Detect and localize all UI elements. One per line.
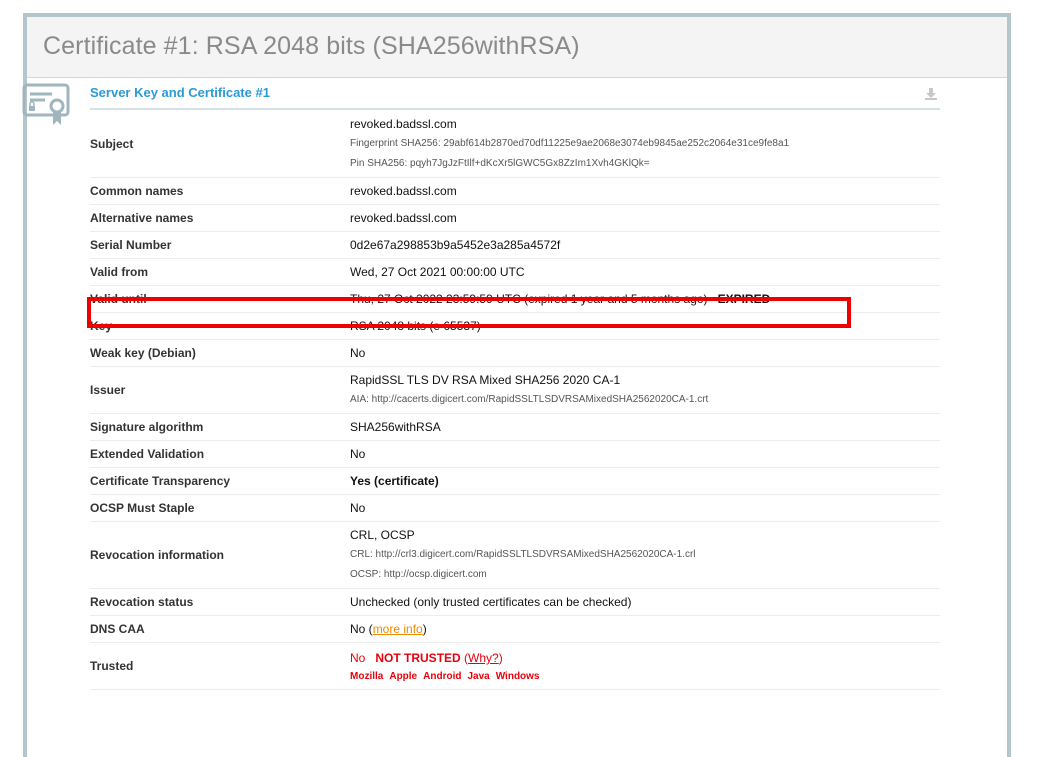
more-info-link[interactable]: more info <box>373 622 423 636</box>
trusted-line: No NOT TRUSTED (Why?) <box>350 651 503 665</box>
store-java[interactable]: Java <box>467 671 489 682</box>
valid-until-highlight <box>87 297 851 328</box>
table-row: Subject revoked.badssl.com Fingerprint S… <box>90 111 940 178</box>
row-value: No NOT TRUSTED (Why?) Mozilla Apple Androi… <box>350 642 940 690</box>
row-label: Extended Validation <box>90 440 350 468</box>
fingerprint-value: Fingerprint SHA256: 29abf614b2870ed70df1… <box>350 138 790 149</box>
row-value: Wed, 27 Oct 2021 00:00:00 UTC <box>350 258 940 286</box>
why-link[interactable]: Why? <box>468 651 499 665</box>
aia-value: AIA: http://cacerts.digicert.com/RapidSS… <box>350 394 709 405</box>
row-value: 0d2e67a298853b9a5452e3a285a4572f <box>350 231 940 259</box>
row-value: SHA256withRSA <box>350 413 940 441</box>
trust-store-list: Mozilla Apple Android Java Windows <box>350 668 940 684</box>
row-value: RapidSSL TLS DV RSA Mixed SHA256 2020 CA… <box>350 366 940 414</box>
crl-value: CRL: http://crl3.digicert.com/RapidSSLTL… <box>350 549 696 560</box>
row-label: OCSP Must Staple <box>90 494 350 522</box>
table-row: Trusted No NOT TRUSTED (Why?) Mozilla App… <box>90 642 940 690</box>
row-label: Revocation status <box>90 588 350 616</box>
trusted-value: No <box>350 651 366 665</box>
row-label: Valid from <box>90 258 350 286</box>
certificate-details-table: Subject revoked.badssl.com Fingerprint S… <box>90 111 940 690</box>
row-value: Unchecked (only trusted certificates can… <box>350 588 940 616</box>
table-row: Alternative names revoked.badssl.com <box>90 204 940 232</box>
table-row: Weak key (Debian) No <box>90 339 940 367</box>
store-mozilla[interactable]: Mozilla <box>350 671 383 682</box>
row-label: Alternative names <box>90 204 350 232</box>
row-value: No <box>350 440 940 468</box>
row-label: DNS CAA <box>90 615 350 643</box>
download-icon[interactable] <box>924 87 938 101</box>
row-label: Weak key (Debian) <box>90 339 350 367</box>
store-apple[interactable]: Apple <box>389 671 417 682</box>
revocation-methods: CRL, OCSP <box>350 528 415 542</box>
row-value: revoked.badssl.com <box>350 204 940 232</box>
ocsp-value: OCSP: http://ocsp.digicert.com <box>350 569 487 580</box>
section-title: Server Key and Certificate #1 <box>90 85 270 100</box>
table-row: Signature algorithm SHA256withRSA <box>90 413 940 441</box>
dns-caa-value: No <box>350 622 366 636</box>
table-row: Certificate Transparency Yes (certificat… <box>90 467 940 495</box>
section-header: Server Key and Certificate #1 <box>90 84 940 110</box>
row-value: No (more info) <box>350 615 940 643</box>
row-value: Yes (certificate) <box>350 467 940 495</box>
table-row: Revocation status Unchecked (only truste… <box>90 588 940 616</box>
row-label: Trusted <box>90 642 350 690</box>
table-row: Common names revoked.badssl.com <box>90 177 940 205</box>
store-windows[interactable]: Windows <box>496 671 540 682</box>
subject-value: revoked.badssl.com <box>350 117 457 131</box>
table-row: Extended Validation No <box>90 440 940 468</box>
table-row: DNS CAA No (more info) <box>90 615 940 643</box>
table-row: Valid from Wed, 27 Oct 2021 00:00:00 UTC <box>90 258 940 286</box>
row-value: No <box>350 339 940 367</box>
store-android[interactable]: Android <box>423 671 461 682</box>
row-label: Issuer <box>90 366 350 414</box>
table-row: Serial Number 0d2e67a298853b9a5452e3a285… <box>90 231 940 259</box>
row-value: CRL, OCSP CRL: http://crl3.digicert.com/… <box>350 521 940 589</box>
pin-value: Pin SHA256: pqyh7JgJzFtIlf+dKcXr5lGWC5Gx… <box>350 158 650 169</box>
row-label: Revocation information <box>90 521 350 589</box>
panel-header: Certificate #1: RSA 2048 bits (SHA256wit… <box>27 17 1007 78</box>
table-row: Revocation information CRL, OCSP CRL: ht… <box>90 521 940 589</box>
row-value: revoked.badssl.com Fingerprint SHA256: 2… <box>350 111 940 178</box>
row-label: Common names <box>90 177 350 205</box>
table-row: OCSP Must Staple No <box>90 494 940 522</box>
issuer-value: RapidSSL TLS DV RSA Mixed SHA256 2020 CA… <box>350 373 621 387</box>
not-trusted-badge: NOT TRUSTED <box>375 651 461 665</box>
row-label: Serial Number <box>90 231 350 259</box>
certificate-icon <box>22 83 70 125</box>
row-value: No <box>350 494 940 522</box>
row-value: revoked.badssl.com <box>350 177 940 205</box>
row-label: Signature algorithm <box>90 413 350 441</box>
row-label: Certificate Transparency <box>90 467 350 495</box>
page-title: Certificate #1: RSA 2048 bits (SHA256wit… <box>43 32 580 60</box>
table-row: Issuer RapidSSL TLS DV RSA Mixed SHA256 … <box>90 366 940 414</box>
row-label: Subject <box>90 111 350 178</box>
